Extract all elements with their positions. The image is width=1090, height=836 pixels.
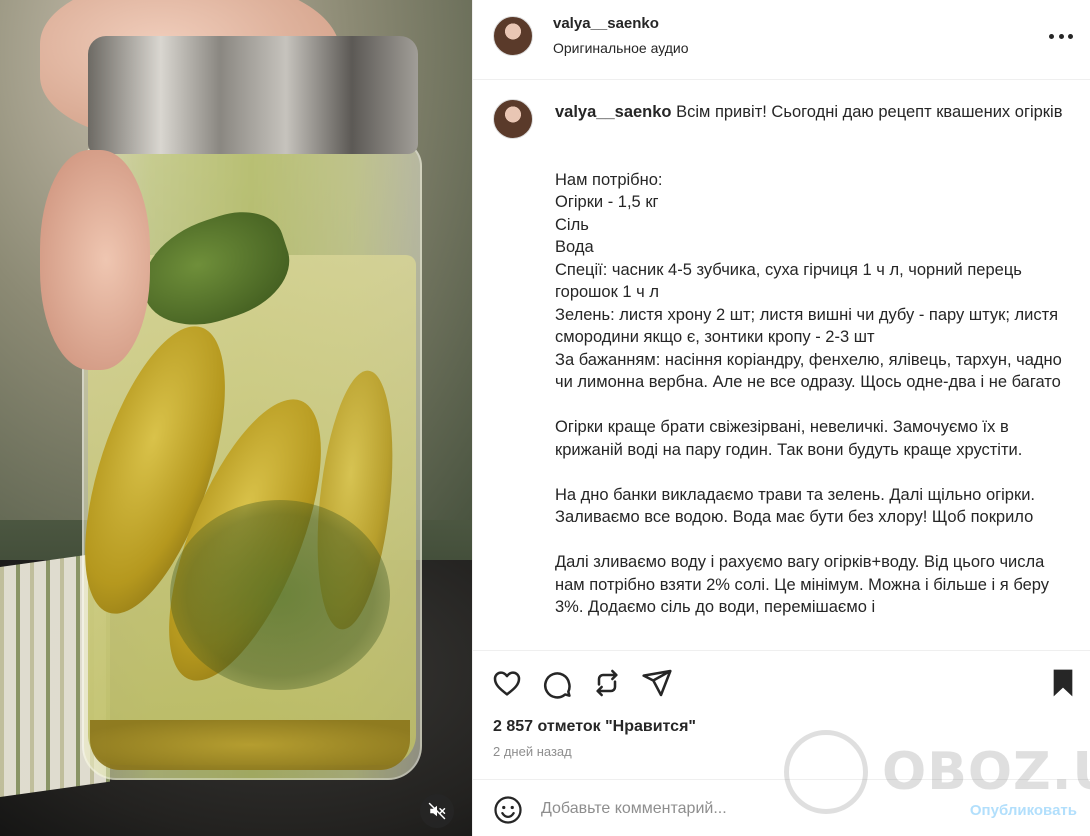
repost-icon: [596, 669, 618, 697]
bookmark-icon: [1053, 669, 1073, 697]
media-dill: [170, 500, 390, 690]
avatar[interactable]: [493, 99, 533, 139]
share-button[interactable]: [641, 667, 673, 699]
more-icon: [1049, 33, 1054, 39]
media-hand-fingers: [40, 150, 150, 370]
comment-input[interactable]: [541, 794, 921, 824]
comments-area[interactable]: valya__saenko Всім привіт! Сьогодні даю …: [473, 81, 1090, 649]
likes-count[interactable]: 2 857 отметок "Нравится": [493, 718, 696, 736]
audio-label[interactable]: Оригинальное аудио: [553, 40, 689, 56]
caption-username[interactable]: valya__saenko: [555, 103, 672, 121]
media-spices: [90, 720, 410, 770]
post-media[interactable]: [0, 0, 472, 836]
avatar[interactable]: [493, 16, 533, 56]
repost-button[interactable]: [591, 667, 623, 699]
emoji-button[interactable]: [493, 795, 523, 825]
post-panel: valya__saenko Оригинальное аудио valya__…: [472, 0, 1090, 836]
author-username[interactable]: valya__saenko: [553, 15, 659, 32]
more-icon: [1068, 33, 1073, 39]
comment-composer: Опубликовать: [473, 779, 1090, 836]
comment-button[interactable]: [541, 667, 573, 699]
mute-button[interactable]: [420, 794, 454, 828]
comment-icon: [544, 672, 571, 699]
like-button[interactable]: [491, 667, 523, 699]
post-timestamp[interactable]: 2 дней назад: [493, 744, 572, 759]
heart-icon: [493, 671, 521, 696]
send-icon: [642, 669, 672, 697]
media-jar-lid: [88, 36, 418, 154]
action-bar: [473, 650, 1090, 714]
post-header: valya__saenko Оригинальное аудио: [473, 0, 1090, 80]
publish-button[interactable]: Опубликовать: [970, 802, 1077, 819]
save-button[interactable]: [1047, 667, 1079, 699]
muted-speaker-icon: [428, 802, 446, 820]
more-icon: [1058, 33, 1064, 39]
caption-text: Всім привіт! Сьогодні даю рецепт квашени…: [555, 103, 1063, 616]
emoji-icon: [494, 796, 522, 824]
more-options-button[interactable]: [1049, 26, 1073, 46]
caption: valya__saenko Всім привіт! Сьогодні даю …: [555, 101, 1065, 619]
